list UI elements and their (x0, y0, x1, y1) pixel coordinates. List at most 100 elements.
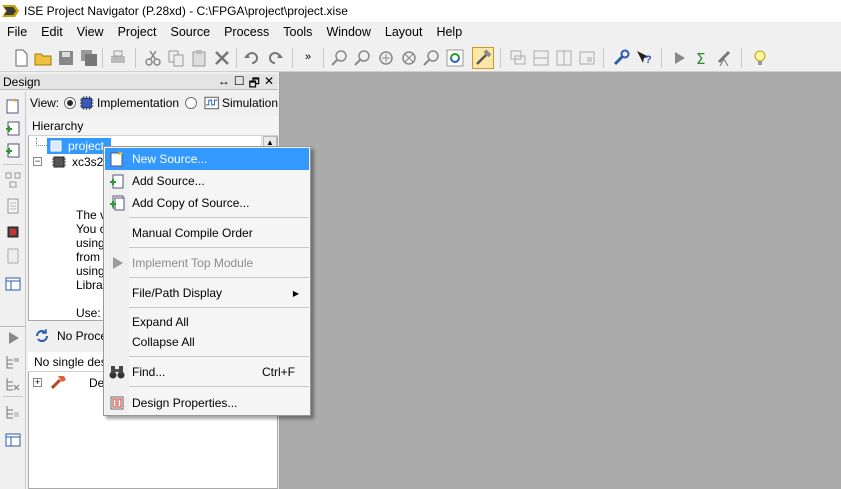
panel-layout2-side-icon[interactable] (5, 432, 21, 448)
menu-item-design-properties[interactable]: Design Properties... (105, 392, 309, 414)
save-icon[interactable] (57, 49, 75, 67)
toolbar-separator (102, 48, 103, 68)
menu-layout[interactable]: Layout (378, 25, 430, 39)
toolbar-separator (661, 48, 662, 68)
new-file-icon[interactable] (12, 49, 30, 67)
project-icon (50, 140, 62, 152)
zoom-select-icon[interactable] (423, 49, 441, 67)
process-refresh-icon[interactable] (34, 328, 50, 344)
hierarchy-header: Hierarchy (28, 116, 278, 136)
menu-item-file-path-display[interactable]: File/Path Display ▶ (105, 282, 309, 304)
design-panel-header: Design ↔ ☐ 🗗 ✕ (0, 74, 278, 90)
menu-window[interactable]: Window (319, 25, 377, 39)
menu-separator (129, 356, 309, 357)
design-side-toolbar (0, 92, 26, 489)
zoom-full-icon[interactable] (377, 49, 395, 67)
cut-icon[interactable] (144, 49, 162, 67)
zoom-fit-icon[interactable] (400, 49, 418, 67)
svg-text:?: ? (645, 54, 652, 66)
simulation-label[interactable]: Simulation (222, 96, 278, 110)
menu-item-manual-compile-order[interactable]: Manual Compile Order (105, 222, 309, 244)
menu-separator (129, 386, 309, 387)
process-tree2-side-icon[interactable] (5, 376, 21, 392)
menu-item-label: Find... (132, 365, 166, 379)
zoom-in-icon[interactable] (331, 49, 349, 67)
tree-item-project[interactable]: project (47, 138, 111, 154)
open-folder-icon[interactable] (34, 49, 52, 67)
menu-item-add-copy-of-source[interactable]: Add Copy of Source... (105, 192, 309, 214)
menu-tools[interactable]: Tools (276, 25, 319, 39)
tile-vertical-icon[interactable] (555, 49, 573, 67)
play-icon (113, 257, 123, 269)
refresh-icon[interactable] (446, 49, 464, 67)
panel-float-icon[interactable]: ↔ (218, 74, 230, 95)
delete-icon[interactable] (213, 49, 231, 67)
redo-icon[interactable] (266, 49, 284, 67)
chip-side-icon[interactable] (5, 224, 21, 240)
tree-collapse-icon[interactable]: − (33, 157, 42, 166)
panel-layout-side-icon[interactable] (5, 276, 21, 292)
panel-close-icon[interactable]: ✕ (264, 74, 274, 95)
tile-horizontal-icon[interactable] (532, 49, 550, 67)
menu-item-implement-top-module[interactable]: Implement Top Module (105, 252, 309, 274)
hammer-tool-icon[interactable] (472, 47, 494, 69)
menu-project[interactable]: Project (111, 25, 164, 39)
implementation-radio[interactable] (64, 97, 76, 109)
menu-item-label: Add Source... (132, 174, 205, 188)
menu-separator (129, 277, 309, 278)
hierarchy-side-icon[interactable] (5, 172, 21, 188)
design-utilities-icon (50, 376, 66, 390)
add-source-side-icon[interactable] (5, 120, 21, 136)
menu-item-find[interactable]: Find... Ctrl+F (105, 361, 309, 383)
menu-item-collapse-all[interactable]: Collapse All (105, 331, 309, 353)
menu-view[interactable]: View (70, 25, 111, 39)
run-process-side-icon[interactable] (5, 330, 21, 346)
menu-help[interactable]: Help (429, 25, 469, 39)
add-copy-side-icon[interactable] (5, 142, 21, 158)
menu-source[interactable]: Source (163, 25, 217, 39)
menu-item-add-source[interactable]: Add Source... (105, 170, 309, 192)
process-tree3-side-icon[interactable] (5, 404, 21, 420)
wrench-icon[interactable] (612, 49, 630, 67)
device-chip-icon (52, 156, 66, 168)
copy-icon[interactable] (167, 49, 185, 67)
design-properties-icon (110, 396, 124, 410)
checklist-side-icon[interactable] (5, 248, 21, 264)
panel-maximize-icon[interactable]: ☐ (234, 74, 245, 95)
menu-item-label: File/Path Display (132, 286, 223, 300)
menu-edit[interactable]: Edit (34, 25, 70, 39)
toolbar-separator (292, 48, 293, 68)
window-layout-icon[interactable] (578, 49, 596, 67)
document-side-icon[interactable] (5, 198, 21, 214)
new-source-side-icon[interactable] (5, 98, 21, 114)
hierarchy-text-line: from (76, 250, 100, 264)
view-selector: View: Implementation Simulation (28, 94, 278, 112)
menu-file[interactable]: File (0, 25, 34, 39)
menu-item-new-source[interactable]: New Source... (105, 148, 309, 170)
undo-icon[interactable] (243, 49, 261, 67)
implementation-label[interactable]: Implementation (97, 96, 179, 110)
simulation-waveform-icon (204, 96, 219, 110)
panel-restore-icon[interactable]: 🗗 (249, 74, 260, 95)
hierarchy-use-label: Use: (76, 306, 101, 320)
save-all-icon[interactable] (80, 49, 98, 67)
lightbulb-icon[interactable] (751, 49, 769, 67)
context-help-icon[interactable]: ? (635, 49, 653, 67)
toolbar-separator (236, 48, 237, 68)
sum-icon[interactable]: Σ (693, 49, 711, 67)
cascade-windows-icon[interactable] (509, 49, 527, 67)
toolbar-overflow-icon[interactable]: » (305, 51, 311, 63)
run-icon[interactable] (670, 49, 688, 67)
process-tree-side-icon[interactable] (5, 354, 21, 370)
hierarchy-text-line: using (76, 264, 105, 278)
menu-item-label: Expand All (132, 315, 189, 329)
process-expand-icon[interactable]: + (33, 378, 42, 387)
print-icon[interactable] (109, 49, 127, 67)
simulation-radio[interactable] (185, 97, 197, 109)
paste-icon[interactable] (190, 49, 208, 67)
menu-item-label: Add Copy of Source... (132, 196, 250, 210)
telescope-icon[interactable] (716, 49, 734, 67)
menu-process[interactable]: Process (217, 25, 276, 39)
menu-item-expand-all[interactable]: Expand All (105, 311, 309, 333)
zoom-out-icon[interactable] (354, 49, 372, 67)
